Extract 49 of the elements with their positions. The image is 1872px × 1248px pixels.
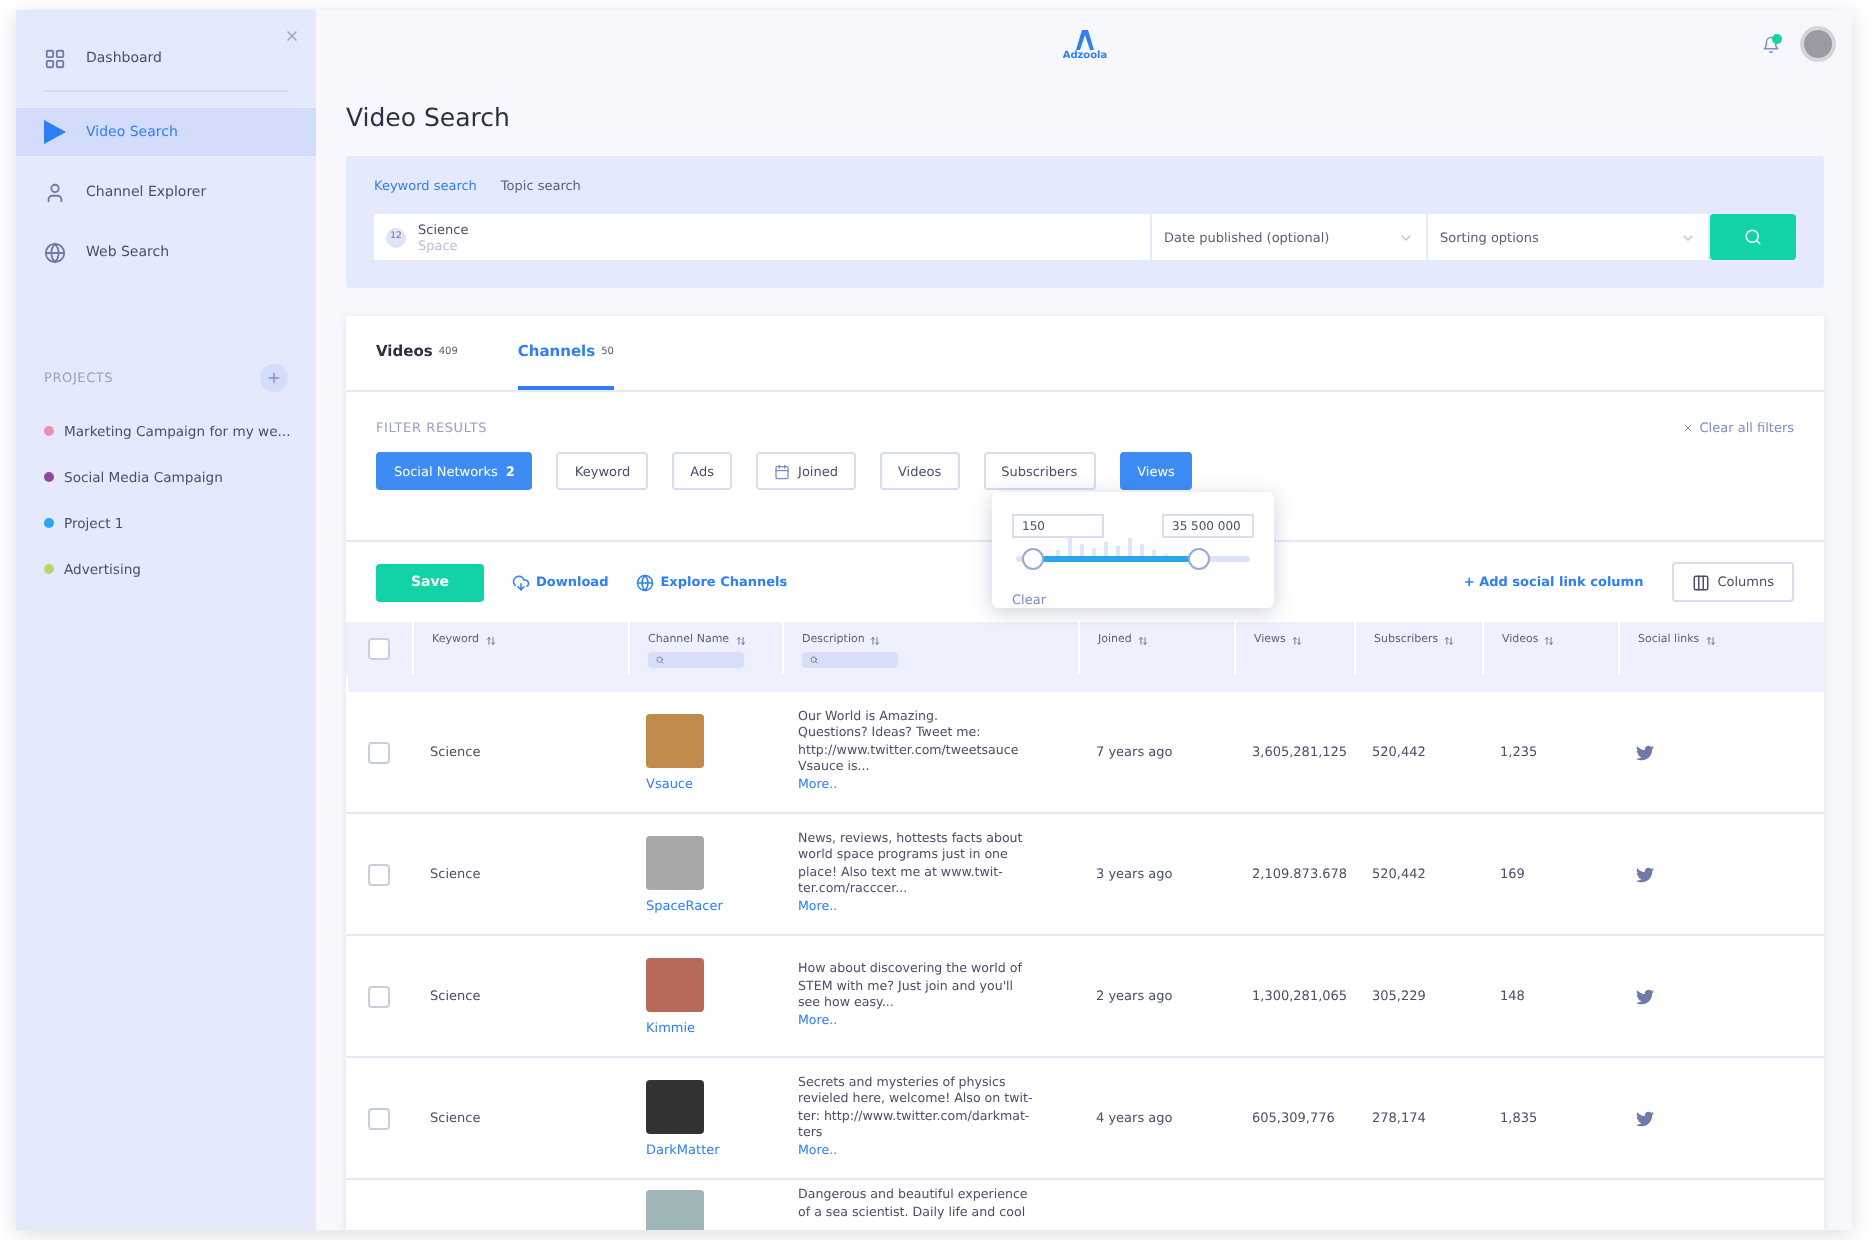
page-title: Video Search <box>346 102 512 132</box>
plus-icon <box>266 370 282 386</box>
sort-icon <box>1291 635 1302 645</box>
sort-icon <box>1705 635 1716 645</box>
user-avatar[interactable] <box>1800 26 1836 62</box>
photo-placeholder <box>646 1079 704 1133</box>
logo-icon <box>1075 30 1094 50</box>
sort-icon <box>1544 635 1555 645</box>
globe-icon <box>44 241 66 263</box>
search-icon <box>1744 228 1762 246</box>
cloud-download-icon <box>512 573 530 591</box>
column-search-field[interactable] <box>648 652 744 668</box>
photo-placeholder <box>646 713 704 767</box>
close-icon <box>1681 422 1694 434</box>
sort-icon <box>870 635 881 645</box>
grid-icon <box>44 47 66 69</box>
play-icon <box>44 120 66 144</box>
user-icon <box>44 181 66 203</box>
photo-placeholder <box>646 1190 704 1230</box>
column-search-field[interactable] <box>802 652 898 668</box>
search-icon <box>656 656 664 664</box>
sort-icon <box>1444 635 1455 645</box>
twitter-icon[interactable] <box>1636 865 1654 883</box>
checkbox[interactable] <box>368 863 390 885</box>
checkbox[interactable] <box>368 637 390 659</box>
slider-thumb[interactable] <box>1187 548 1210 570</box>
checkbox[interactable] <box>368 1107 390 1129</box>
twitter-icon[interactable] <box>1636 987 1654 1005</box>
notification-dot <box>1772 33 1782 43</box>
sort-icon <box>1137 635 1148 645</box>
close-button[interactable] <box>284 28 300 44</box>
range-slider[interactable] <box>1016 542 1250 574</box>
twitter-icon[interactable] <box>1636 1109 1654 1127</box>
close-icon <box>284 28 300 44</box>
add-project-button[interactable] <box>260 364 288 392</box>
globe-icon <box>636 573 655 591</box>
photo-placeholder <box>646 957 704 1011</box>
photo-placeholder <box>646 835 704 889</box>
twitter-icon[interactable] <box>1636 743 1654 761</box>
search-button[interactable] <box>1710 214 1796 260</box>
calendar-icon <box>774 463 791 479</box>
slider-thumb[interactable] <box>1021 548 1044 570</box>
columns-icon <box>1691 573 1710 591</box>
sort-icon <box>735 635 746 645</box>
sort-icon <box>485 635 495 645</box>
bell-icon[interactable] <box>1762 35 1780 53</box>
checkbox[interactable] <box>368 741 390 763</box>
search-icon <box>810 656 818 664</box>
checkbox[interactable] <box>368 985 390 1007</box>
